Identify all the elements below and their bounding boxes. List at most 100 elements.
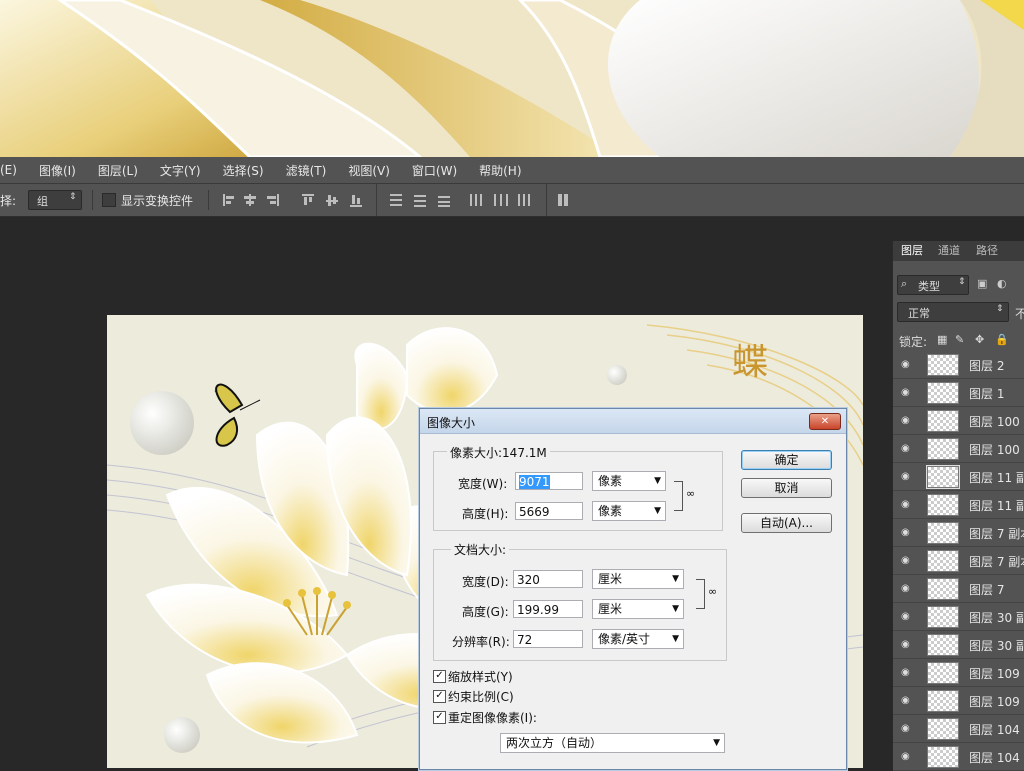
layer-thumbnail [927,746,959,768]
layer-filter-dropdown[interactable]: ⌕ 类型 ⇕ [897,275,969,295]
layer-row[interactable]: ◉ 图层 1 [893,379,1024,407]
menu-image[interactable]: 图像(I) [39,162,76,179]
layer-row[interactable]: ◉ 图层 2 [893,351,1024,379]
auto-select-dropdown[interactable]: 组 ⇕ [28,190,82,210]
scale-styles-checkbox[interactable]: ✓ [433,670,446,683]
chain-link-icon: ∞ [686,487,696,500]
eye-icon[interactable]: ◉ [901,499,910,510]
layer-row[interactable]: ◉ 图层 104 副 [893,743,1024,771]
doc-height-input[interactable]: 199.99 [513,600,583,618]
menu-window[interactable]: 窗口(W) [412,162,457,179]
layer-name: 图层 104 副 [969,751,1024,765]
tab-layers[interactable]: 图层 [901,241,923,261]
dropdown-arrow-icon: ▼ [672,574,679,584]
tab-channels[interactable]: 通道 [938,241,960,261]
dialog-title-bar[interactable]: 图像大小 ✕ [420,409,846,434]
layer-name: 图层 2 [969,359,1005,373]
dropdown-arrow-icon: ▼ [654,506,661,516]
eye-icon[interactable]: ◉ [901,751,910,762]
layer-row[interactable]: ◉ 图层 7 [893,575,1024,603]
menu-type[interactable]: 文字(Y) [160,162,201,179]
auto-label: 自动(A)... [759,516,814,530]
eye-icon[interactable]: ◉ [901,667,910,678]
transform-controls-checkbox[interactable] [102,193,116,207]
pixel-width-input[interactable]: 9071 [515,472,583,490]
constrain-bracket [674,481,683,511]
layer-name: 图层 11 副 [969,499,1024,513]
menu-edit[interactable]: (E) [0,163,17,177]
layer-row[interactable]: ◉ 图层 30 副 [893,603,1024,631]
layer-row[interactable]: ◉ 图层 104 副 [893,715,1024,743]
lock-all-icon[interactable]: 🔒 [995,333,1009,346]
layer-row[interactable]: ◉ 图层 109 副 [893,687,1024,715]
close-button[interactable]: ✕ [809,413,841,430]
doc-width-unit-select[interactable]: 厘米 ▼ [592,569,684,589]
menu-filter[interactable]: 滤镜(T) [286,162,327,179]
pixel-height-input[interactable]: 5669 [515,502,583,520]
layer-name: 图层 30 副 [969,611,1024,625]
layer-row[interactable]: ◉ 图层 7 副本 [893,547,1024,575]
eye-icon[interactable]: ◉ [901,555,910,566]
layer-thumbnail [927,494,959,516]
pixel-height-label: 高度(H): [462,507,509,521]
document-size-label: 文档大小: [451,541,510,558]
layer-row[interactable]: ◉ 图层 11 副 [893,491,1024,519]
auto-button[interactable]: 自动(A)... [741,513,832,533]
resample-checkbox[interactable]: ✓ [433,711,446,724]
lock-transparency-icon[interactable]: ▦ [937,333,947,346]
doc-width-unit: 厘米 [598,572,623,586]
cancel-button[interactable]: 取消 [741,478,832,498]
layer-list: ◉ 图层 2 ◉ 图层 1 ◉ 图层 100 副 ◉ 图层 100 副 ◉ 图层 11 副 ◉ 图层 … [893,351,1024,771]
menu-select[interactable]: 选择(S) [223,162,264,179]
layer-row[interactable]: ◉ 图层 30 副 [893,631,1024,659]
tab-paths[interactable]: 路径 [976,241,998,261]
layer-row[interactable]: ◉ 图层 11 副 [893,463,1024,491]
menu-help[interactable]: 帮助(H) [479,162,521,179]
scale-styles-label: 缩放样式(Y) [448,670,513,684]
eye-icon[interactable]: ◉ [901,583,910,594]
resolution-unit-select[interactable]: 像素/英寸 ▼ [592,629,684,649]
eye-icon[interactable]: ◉ [901,611,910,622]
dropdown-arrow-icon: ▼ [713,738,720,748]
lock-paint-icon[interactable]: ✎ [955,333,964,346]
doc-width-input[interactable]: 320 [513,570,583,588]
divider [208,190,209,210]
layer-thumbnail [926,465,960,489]
layer-row[interactable]: ◉ 图层 100 副 [893,407,1024,435]
eye-icon[interactable]: ◉ [901,471,910,482]
ok-button[interactable]: 确定 [741,450,832,470]
pixel-height-unit-select[interactable]: 像素 ▼ [592,501,666,521]
pixel-width-unit: 像素 [598,474,623,488]
lock-label: 锁定: [899,335,928,349]
blend-mode-dropdown[interactable]: 正常 ⇕ [897,302,1009,322]
doc-width-label: 宽度(D): [462,575,509,589]
menu-view[interactable]: 视图(V) [348,162,390,179]
eye-icon[interactable]: ◉ [901,387,910,398]
eye-icon[interactable]: ◉ [901,639,910,650]
eye-icon[interactable]: ◉ [901,443,910,454]
layer-thumbnail [927,550,959,572]
eye-icon[interactable]: ◉ [901,359,910,370]
constrain-proportions-checkbox[interactable]: ✓ [433,690,446,703]
layer-name: 图层 100 副 [969,415,1024,429]
eye-icon[interactable]: ◉ [901,695,910,706]
layer-row[interactable]: ◉ 图层 7 副本 [893,519,1024,547]
adjustment-filter-icon[interactable]: ◐ [997,277,1007,290]
eye-icon[interactable]: ◉ [901,723,910,734]
eye-icon[interactable]: ◉ [901,527,910,538]
resolution-input[interactable]: 72 [513,630,583,648]
pixel-width-unit-select[interactable]: 像素 ▼ [592,471,666,491]
lock-move-icon[interactable]: ✥ [975,333,984,346]
layer-row[interactable]: ◉ 图层 100 副 [893,435,1024,463]
image-filter-icon[interactable]: ▣ [977,277,987,290]
resample-method-select[interactable]: 两次立方（自动） ▼ [500,733,725,753]
resolution-value: 72 [517,633,533,647]
layer-row[interactable]: ◉ 图层 109 副 [893,659,1024,687]
dropdown-arrow-icon: ▼ [672,604,679,614]
eye-icon[interactable]: ◉ [901,415,910,426]
transform-controls-label: 显示变换控件 [121,194,194,208]
doc-height-unit-select[interactable]: 厘米 ▼ [592,599,684,619]
layer-name: 图层 11 副 [969,471,1024,485]
updown-icon: ⇕ [958,277,966,287]
menu-layer[interactable]: 图层(L) [98,162,138,179]
